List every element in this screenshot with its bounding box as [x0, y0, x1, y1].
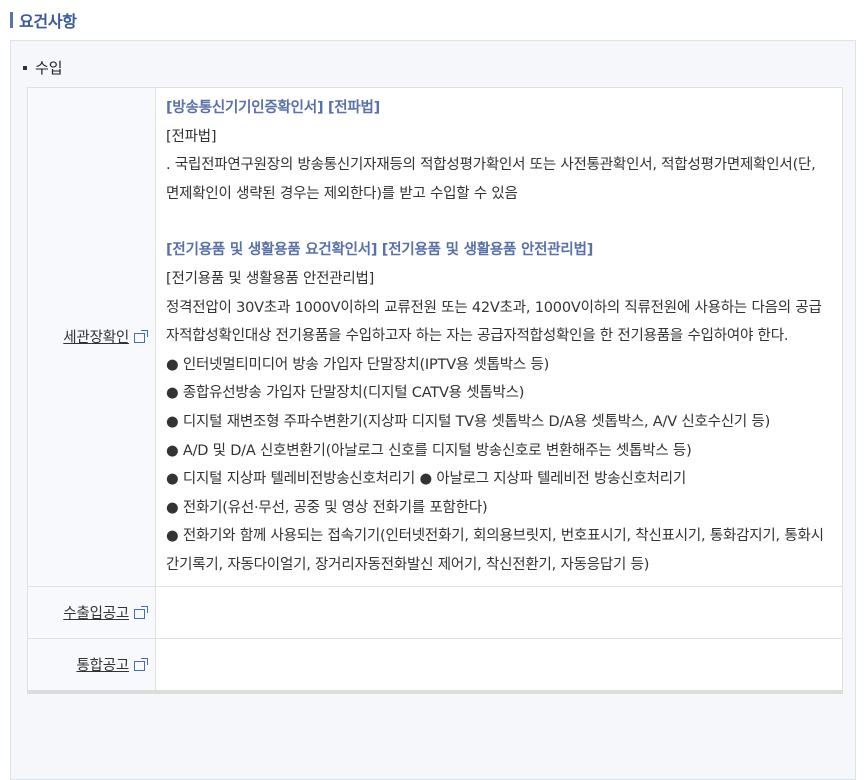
sub-title: 수입	[23, 57, 63, 78]
import-export-notice-link[interactable]: 수출입공고	[63, 606, 129, 622]
row-label: 세관장확인	[63, 330, 129, 346]
external-link-icon[interactable]	[134, 661, 145, 671]
content-line: ● 전화기와 함께 사용되는 접속기기(인터넷전화기, 회의용브릿지, 번호표시…	[166, 522, 832, 579]
row-content	[156, 586, 843, 638]
content-link[interactable]: [전기용품 및 생활용품 안전관리법]	[382, 242, 593, 258]
row-content	[156, 638, 843, 692]
row-label: 수출입공고	[63, 606, 129, 622]
customs-confirmation-link[interactable]: 세관장확인	[63, 330, 129, 346]
external-link-icon[interactable]	[134, 609, 145, 619]
bullet-icon	[23, 66, 27, 70]
row-header: 수출입공고	[28, 586, 156, 638]
content-line: 정격전압이 30V초과 1000V이하의 교류전원 또는 42V초과, 1000…	[166, 294, 832, 351]
content-line: . 국립전파연구원장의 방송통신기자재등의 적합성평가확인서 또는 사전통관확인…	[166, 151, 832, 208]
content-line: ● 인터넷멀티미디어 방송 가입자 단말장치(IPTV용 셋톱박스 등)	[166, 351, 832, 380]
content-line: ● 디지털 재변조형 주파수변환기(지상파 디지털 TV용 셋톱박스 D/A용 …	[166, 408, 832, 437]
external-link-icon[interactable]	[134, 333, 145, 343]
table-row: 통합공고	[28, 638, 843, 692]
row-label: 통합공고	[76, 658, 129, 674]
content-line: ● A/D 및 D/A 신호변환기(아날로그 신호를 디지털 방송신호로 변환해…	[166, 437, 832, 466]
table-row: 수출입공고	[28, 586, 843, 638]
content-line: [전기용품 및 생활용품 안전관리법]	[166, 265, 832, 294]
sub-title-text: 수입	[35, 57, 63, 78]
row-content: [방송통신기기인증확인서] [전파법] [전파법] . 국립전파연구원장의 방송…	[156, 88, 843, 587]
content-line: ● 종합유선방송 가입자 단말장치(디지털 CATV용 셋톱박스)	[166, 379, 832, 408]
section-title-bar	[10, 12, 13, 28]
content-link[interactable]: [전파법]	[328, 100, 380, 116]
requirements-panel: 수입 세관장확인 [방송통신기기인증확인서] [전파법] [전파법] . 국립전…	[10, 40, 856, 780]
section-title-text: 요건사항	[19, 8, 77, 32]
requirements-table: 세관장확인 [방송통신기기인증확인서] [전파법] [전파법] . 국립전파연구…	[27, 87, 843, 694]
row-header: 통합공고	[28, 638, 156, 692]
spacer	[166, 208, 832, 236]
integrated-notice-link[interactable]: 통합공고	[76, 658, 129, 674]
content-line: ● 전화기(유선·무선, 공중 및 영상 전화기를 포함한다)	[166, 494, 832, 523]
link-line: [방송통신기기인증확인서] [전파법]	[166, 94, 832, 123]
section-title: 요건사항	[10, 8, 77, 32]
content-link[interactable]: [전기용품 및 생활용품 요건확인서]	[166, 242, 377, 258]
link-line: [전기용품 및 생활용품 요건확인서] [전기용품 및 생활용품 안전관리법]	[166, 236, 832, 265]
content-link[interactable]: [방송통신기기인증확인서]	[166, 100, 323, 116]
table-row: 세관장확인 [방송통신기기인증확인서] [전파법] [전파법] . 국립전파연구…	[28, 88, 843, 587]
content-line: [전파법]	[166, 123, 832, 152]
content-line: ● 디지털 지상파 텔레비전방송신호처리기 ● 아날로그 지상파 텔레비전 방송…	[166, 465, 832, 494]
row-header: 세관장확인	[28, 88, 156, 587]
